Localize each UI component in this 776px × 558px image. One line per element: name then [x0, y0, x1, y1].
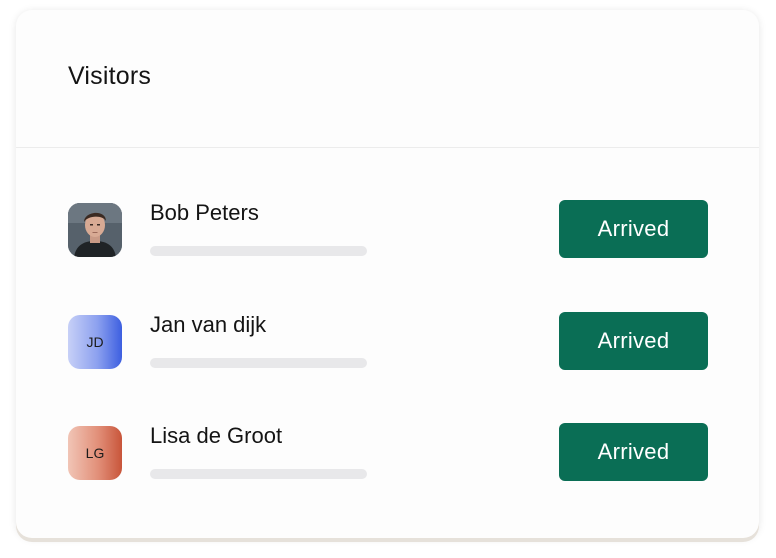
placeholder-bar: [150, 469, 367, 479]
visitor-row: LG Lisa de Groot Arrived: [16, 423, 759, 503]
card-header: Visitors: [16, 10, 759, 148]
visitor-name: Bob Peters: [150, 200, 259, 226]
arrived-status-button[interactable]: Arrived: [559, 312, 708, 370]
visitor-name: Lisa de Groot: [150, 423, 282, 449]
card-title: Visitors: [68, 62, 152, 90]
avatar-photo: [68, 203, 122, 257]
visitor-row: Bob Peters Arrived: [16, 200, 759, 280]
person-photo-icon: [68, 203, 122, 257]
visitor-name: Jan van dijk: [150, 312, 266, 338]
arrived-status-button[interactable]: Arrived: [559, 423, 708, 481]
visitor-name-first: Bob Peters: [150, 200, 259, 225]
visitors-card: Visitors Bob Peters Arrived JD Jan van d…: [16, 10, 759, 538]
initials-avatar: LG: [68, 426, 122, 480]
initials-avatar: JD: [68, 315, 122, 369]
visitor-name-first: Jan van dijk: [150, 312, 267, 337]
placeholder-bar: [150, 246, 367, 256]
arrived-status-button[interactable]: Arrived: [559, 200, 708, 258]
placeholder-bar: [150, 358, 367, 368]
visitor-name-rest: de Groot: [190, 423, 283, 448]
visitor-name-first: Lisa: [150, 423, 191, 448]
visitor-row: JD Jan van dijk Arrived: [16, 312, 759, 392]
